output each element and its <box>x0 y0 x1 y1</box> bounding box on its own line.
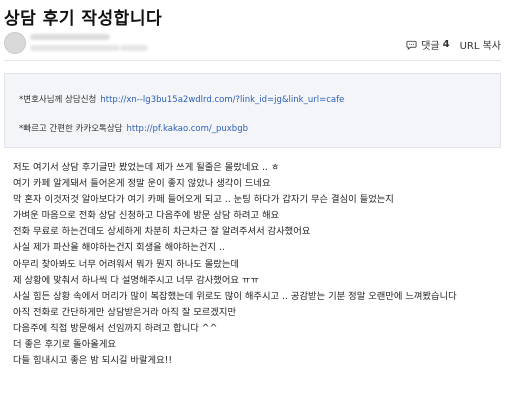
link-box: *변호사님께 상담신청 http://xn--lg3bu15a2wdlrd.com… <box>4 73 501 148</box>
body-line: 아직 전화로 간단하게만 상담받은거라 아직 잘 모르겠지만 <box>13 306 237 318</box>
kakao-link-row: *빠르고 간편한 카카오톡상담 http://pf.kakao.com/_puxb… <box>19 122 248 134</box>
header-divider <box>4 60 501 61</box>
consult-link-label: *변호사님께 상담신청 <box>19 95 97 105</box>
author-avatar[interactable] <box>4 32 26 54</box>
consult-link-row: *변호사님께 상담신청 http://xn--lg3bu15a2wdlrd.com… <box>19 93 344 105</box>
kakao-link-label: *빠르고 간편한 카카오톡상담 <box>19 124 123 134</box>
body-line: 사실 제가 파산을 해야하는건지 회생을 해야하는건지 .. <box>13 242 225 254</box>
post-title: 상담 후기 작성합니다 <box>4 9 163 29</box>
post-views-blurred <box>120 45 148 51</box>
body-line: 여기 카페 알게돼서 들어온게 정말 운이 좋지 않았나 생각이 드네요 <box>13 178 271 190</box>
post-body: 저도 여기서 상담 후기글만 봤었는데 제가 쓰게 될줄은 몰랐네요 .. ㅎ … <box>13 160 501 369</box>
body-line: 저도 여기서 상담 후기글만 봤었는데 제가 쓰게 될줄은 몰랐네요 .. ㅎ <box>13 162 280 173</box>
comment-icon <box>406 40 417 50</box>
body-line: 전화 무료로 하는건데도 상세하게 차분히 차근차근 잘 알려주셔서 감사했어요 <box>13 226 311 238</box>
body-line: 다음주에 직접 방문해서 선임까지 하려고 합니다 ^^ <box>13 322 218 334</box>
body-line: 제 상황에 맞춰서 하나씩 다 설명해주시고 너무 감사했어요 ㅠㅠ <box>13 274 260 286</box>
body-line: 막 혼자 이것저것 알아보다가 여기 카페 들어오게 되고 .. 눈팅 하다가 … <box>13 194 394 206</box>
post-meta-actions: 댓글 4 URL 복사 <box>406 37 501 52</box>
comment-label[interactable]: 댓글 <box>421 37 439 52</box>
kakao-link[interactable]: http://pf.kakao.com/_puxbgb <box>127 124 249 134</box>
body-line: 다들 힘내시고 좋은 밤 되시길 바랄게요!! <box>13 355 173 367</box>
url-copy-button[interactable]: URL 복사 <box>460 37 501 52</box>
post-date-blurred <box>30 45 120 51</box>
consult-link[interactable]: http://xn--lg3bu15a2wdlrd.com/?link_id=j… <box>100 95 344 105</box>
body-line: 더 좋은 후기로 돌아올게요 <box>13 339 116 351</box>
body-line: 사실 힘든 상황 속에서 머리가 많이 복잡했는데 위로도 많이 해주시고 ..… <box>13 290 457 302</box>
comment-count[interactable]: 4 <box>443 39 450 50</box>
body-line: 아무리 찾아봐도 너무 어려워서 뭐가 뭔지 하나도 몰랐는데 <box>13 258 239 270</box>
author-name-blurred <box>30 34 110 40</box>
body-line: 가벼운 마음으로 전화 상담 신청하고 다음주에 방문 상담 하려고 해요 <box>13 210 280 222</box>
